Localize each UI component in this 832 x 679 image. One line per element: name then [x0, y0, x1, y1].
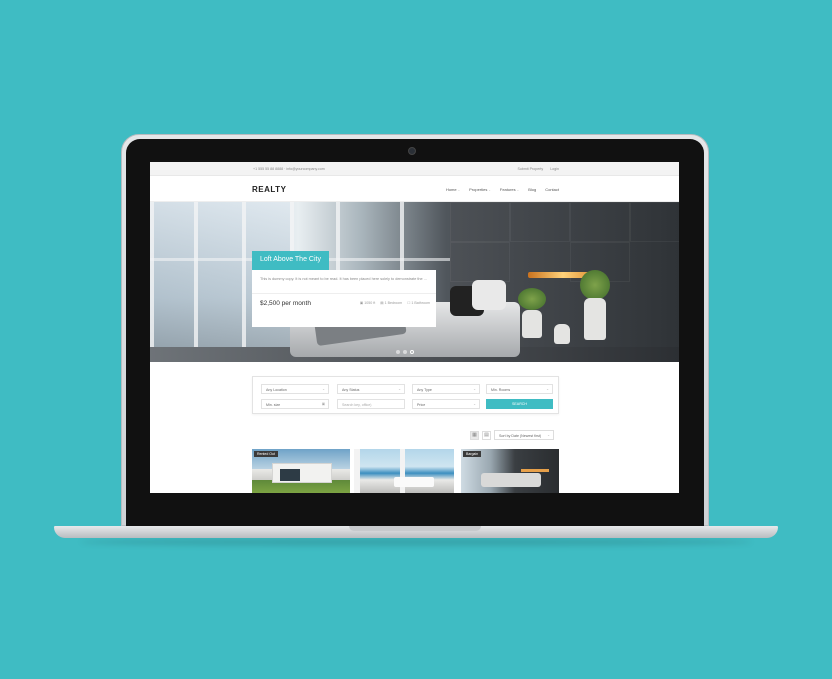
site-header: REALTY Home⌄ Properties⌄ Features⌄ Blog …	[150, 176, 679, 202]
type-select[interactable]: Any Type ⌄	[412, 384, 480, 394]
chevron-down-icon: ⌄	[516, 188, 520, 192]
hero-property-price: $2,500 per month	[260, 300, 311, 307]
chevron-down-icon: ⌄	[457, 188, 461, 192]
list-view-icon[interactable]: ▤	[482, 430, 491, 440]
topbar-links: Submit Property Login	[517, 167, 559, 171]
property-search-form: Any Location ⌄ Any Status ⌄ Any Type ⌄ Min.…	[252, 376, 559, 414]
slider-dots	[396, 350, 414, 354]
location-select[interactable]: Any Location ⌄	[261, 384, 329, 394]
size-input[interactable]: Min. size ▣	[261, 399, 329, 409]
chevron-down-icon: ⌄	[547, 433, 550, 437]
camera-icon	[408, 147, 416, 155]
chevron-down-icon: ⌄	[473, 387, 476, 391]
bathroom-meta: ☐ 1 Bathroom	[407, 301, 430, 305]
nav-blog[interactable]: Blog	[528, 187, 536, 192]
laptop-shadow	[80, 538, 752, 546]
status-badge: Bargain	[463, 451, 482, 457]
size-meta: ▣ 1050 ft	[359, 301, 376, 305]
nav-features[interactable]: Features⌄	[500, 187, 519, 192]
top-bar: +1 555 55 88 8888 · info@yourcompany.com…	[150, 162, 679, 176]
main-nav: Home⌄ Properties⌄ Features⌄ Blog Contact	[446, 187, 559, 192]
chevron-down-icon: ⌄	[322, 387, 325, 391]
listing-card-image[interactable]	[354, 449, 454, 493]
search-button[interactable]: SEARCH	[486, 399, 553, 409]
hero-property-card[interactable]: This is dummy copy. It is not meant to b…	[252, 270, 436, 327]
slider-dot[interactable]	[403, 350, 407, 354]
status-badge: Rented Out	[254, 451, 278, 457]
website-screen: +1 555 55 88 8888 · info@yourcompany.com…	[150, 162, 679, 493]
slider-dot[interactable]	[396, 350, 400, 354]
laptop-notch	[349, 526, 481, 531]
chevron-down-icon: ⌄	[546, 387, 549, 391]
hero-property-description: This is dummy copy. It is not meant to b…	[260, 277, 427, 281]
status-select[interactable]: Any Status ⌄	[337, 384, 405, 394]
listing-card-image[interactable]: Bargain	[461, 449, 559, 493]
rooms-select[interactable]: Min. Rooms ⌄	[486, 384, 553, 394]
contact-info: +1 555 55 88 8888 · info@yourcompany.com	[253, 167, 325, 171]
chevron-down-icon: ⌄	[488, 188, 491, 192]
chevron-down-icon: ⌄	[398, 387, 401, 391]
bedroom-meta: ▤ 1 Bedroom	[380, 301, 403, 305]
listing-card-image[interactable]: Rented Out	[252, 449, 350, 493]
hero-property-title[interactable]: Loft Above The City	[252, 251, 329, 270]
chevron-down-icon: ⌄	[473, 402, 476, 406]
nav-contact[interactable]: Contact	[545, 187, 559, 192]
nav-properties[interactable]: Properties⌄	[469, 187, 491, 192]
submit-property-link[interactable]: Submit Property	[517, 167, 543, 171]
hero-slider[interactable]: Loft Above The City This is dummy copy. …	[150, 202, 679, 362]
grid-view-icon[interactable]: ▦	[470, 430, 479, 440]
slider-dot-active[interactable]	[410, 350, 414, 354]
sort-select[interactable]: Sort by Date (Newest first) ⌄	[494, 430, 554, 440]
price-select[interactable]: Price ⌄	[412, 399, 480, 409]
keyword-input[interactable]: Search key, office)	[337, 399, 405, 409]
calendar-icon: ▣	[321, 402, 325, 406]
hero-property-meta: ▣ 1050 ft ▤ 1 Bedroom ☐ 1 Bathroom	[360, 301, 430, 305]
site-logo[interactable]: REALTY	[252, 185, 286, 194]
nav-home[interactable]: Home⌄	[446, 187, 460, 192]
login-link[interactable]: Login	[550, 167, 559, 171]
sort-bar: ▦ ▤ Sort by Date (Newest first) ⌄	[470, 430, 554, 440]
